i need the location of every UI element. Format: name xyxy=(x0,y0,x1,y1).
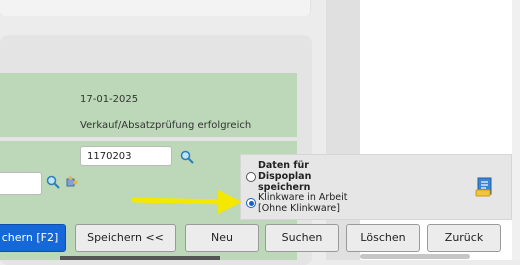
record-status: Verkauf/Absatzprüfung erfolgreich xyxy=(80,120,252,131)
delete-button[interactable]: Löschen xyxy=(346,224,420,252)
option-radio-klinkware[interactable] xyxy=(246,198,256,208)
option-label-klinkware: Klinkware in Arbeit [Ohne Klinkware] xyxy=(258,192,348,214)
save-back-button[interactable]: Speichern << xyxy=(75,224,176,252)
save-f2-button[interactable]: chern [F2] xyxy=(0,224,66,252)
secondary-input[interactable] xyxy=(0,172,42,195)
highlight-arrow-icon xyxy=(131,188,244,220)
top-panel xyxy=(0,0,311,16)
search-button[interactable]: Suchen xyxy=(265,224,339,252)
back-button[interactable]: Zurück xyxy=(427,224,501,252)
search-icon[interactable] xyxy=(46,174,60,193)
bottom-strip xyxy=(60,256,220,260)
new-button[interactable]: Neu xyxy=(185,224,259,252)
side-panel-edge xyxy=(512,0,520,260)
puzzle-icon[interactable] xyxy=(66,174,79,193)
search-icon[interactable] xyxy=(180,149,194,168)
option-title: Daten für Dispoplan speichern xyxy=(258,160,312,193)
option-radio-save-dispoplan[interactable] xyxy=(246,172,256,182)
document-icon[interactable] xyxy=(474,176,496,202)
record-date: 17-01-2025 xyxy=(80,94,139,105)
side-panel xyxy=(360,0,520,260)
scroll-gutter xyxy=(326,0,360,260)
id-input[interactable]: 1170203 xyxy=(80,146,172,166)
horizontal-scrollbar[interactable] xyxy=(360,254,470,259)
